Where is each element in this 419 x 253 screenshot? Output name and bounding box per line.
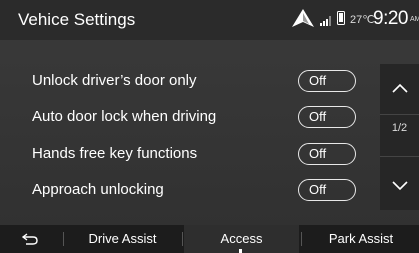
bottom-tab-bar: Drive Assist Access Park Assist [0, 225, 419, 253]
setting-toggle-approach-unlocking[interactable]: Off [298, 179, 356, 201]
header-bar: Vehice Settings 27℃ 9:20 AM [0, 0, 419, 40]
chevron-up-icon [391, 83, 408, 93]
vehicle-settings-screen: Vehice Settings 27℃ 9:20 AM Unlock drive… [0, 0, 419, 253]
tab-park-assist[interactable]: Park Assist [303, 225, 419, 253]
toggle-value: Off [309, 109, 327, 124]
back-arrow-icon [21, 233, 38, 245]
setting-toggle-unlock-driver-door[interactable]: Off [298, 70, 356, 92]
tab-drive-assist[interactable]: Drive Assist [65, 225, 180, 253]
phone-icon [337, 11, 345, 25]
setting-label: Hands free key functions [32, 145, 198, 162]
scroll-column: 1/2 [380, 64, 419, 210]
active-tab-indicator [239, 249, 242, 253]
toggle-value: Off [309, 73, 327, 88]
setting-label: Unlock driver’s door only [32, 72, 197, 89]
tab-divider [301, 232, 302, 246]
page-indicator: 1/2 [391, 122, 408, 134]
setting-label: Approach unlocking [32, 181, 164, 198]
setting-row-auto-door-lock[interactable]: Auto door lock when driving Off [0, 100, 370, 136]
setting-toggle-auto-door-lock[interactable]: Off [298, 106, 356, 128]
setting-row-hands-free-key[interactable]: Hands free key functions Off [0, 137, 370, 173]
setting-label: Auto door lock when driving [32, 108, 217, 125]
chevron-down-icon [391, 181, 408, 191]
setting-row-unlock-driver-door[interactable]: Unlock driver’s door only Off [0, 64, 370, 100]
navigation-arrow-icon [292, 9, 314, 27]
page-title: Vehice Settings [18, 10, 136, 29]
divider [380, 114, 419, 115]
divider [380, 156, 419, 157]
toggle-value: Off [309, 182, 327, 197]
tab-divider [182, 232, 183, 246]
setting-row-approach-unlocking[interactable]: Approach unlocking Off [0, 173, 370, 209]
temperature-readout: 27℃ [350, 14, 375, 26]
toggle-value: Off [309, 146, 327, 161]
scroll-up-button[interactable] [380, 64, 419, 112]
back-button[interactable] [0, 225, 60, 253]
tab-divider [63, 232, 64, 246]
scroll-down-button[interactable] [380, 162, 419, 210]
clock-ampm: AM [410, 16, 419, 23]
setting-toggle-hands-free-key[interactable]: Off [298, 143, 356, 165]
signal-bars-icon [320, 16, 331, 26]
clock-time: 9:20 [373, 8, 408, 29]
